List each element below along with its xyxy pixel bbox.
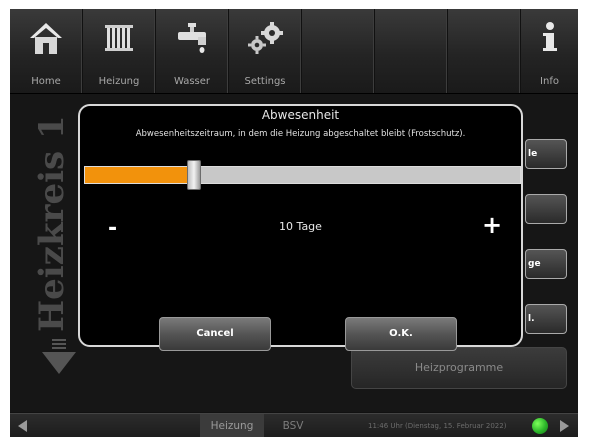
globe-icon[interactable] bbox=[532, 418, 548, 434]
nav-settings[interactable]: Settings bbox=[229, 9, 302, 93]
home-icon bbox=[30, 23, 62, 54]
bottom-bar: Heizung BSV 11:46 Uhr (Dienstag, 15. Feb… bbox=[10, 413, 578, 437]
app-screen: Home Heizung Wasser Settings Info Heizkr… bbox=[10, 9, 578, 437]
info-icon bbox=[542, 22, 557, 51]
nav-empty-1[interactable] bbox=[302, 9, 375, 93]
ok-button[interactable]: O.K. bbox=[345, 317, 457, 351]
nav-info[interactable]: Info bbox=[521, 9, 578, 93]
nav-label-home: Home bbox=[31, 76, 61, 87]
heating-circuit-title: Heizkreis 1 bbox=[32, 115, 72, 332]
scroll-down-arrow-icon[interactable] bbox=[42, 352, 76, 374]
absence-dialog: Abwesenheit Abwesenheitszeitraum, in dem… bbox=[78, 104, 523, 351]
top-nav: Home Heizung Wasser Settings Info bbox=[10, 9, 578, 94]
nav-heizung[interactable]: Heizung bbox=[83, 9, 156, 93]
dialog-title: Abwesenheit bbox=[261, 108, 340, 122]
side-button-3[interactable]: ge bbox=[525, 249, 567, 279]
cancel-button[interactable]: Cancel bbox=[159, 317, 271, 351]
slider-thumb[interactable] bbox=[186, 160, 201, 190]
nav-label-info: Info bbox=[540, 76, 559, 87]
nav-label-settings: Settings bbox=[244, 76, 286, 87]
previous-arrow-icon[interactable] bbox=[18, 420, 27, 432]
nav-label-wasser: Wasser bbox=[173, 76, 211, 87]
side-button-2[interactable] bbox=[525, 194, 567, 224]
scroll-handle-icon[interactable] bbox=[52, 339, 66, 351]
next-arrow-icon[interactable] bbox=[560, 420, 569, 432]
slider-fill bbox=[85, 167, 194, 183]
gears-icon bbox=[248, 22, 283, 54]
side-button-1[interactable]: le bbox=[525, 139, 567, 169]
increase-button[interactable]: + bbox=[482, 211, 502, 239]
absence-slider[interactable] bbox=[84, 160, 521, 190]
nav-home[interactable]: Home bbox=[10, 9, 83, 93]
heating-programs-button[interactable]: Heizprogramme bbox=[351, 347, 567, 389]
side-button-4[interactable]: l. bbox=[525, 304, 567, 334]
nav-label-heizung: Heizung bbox=[98, 76, 140, 87]
nav-empty-3[interactable] bbox=[448, 9, 521, 93]
radiator-icon bbox=[105, 25, 133, 51]
nav-wasser[interactable]: Wasser bbox=[156, 9, 229, 93]
date-time-status: 11:46 Uhr (Dienstag, 15. Februar 2022) bbox=[368, 422, 507, 430]
nav-empty-2[interactable] bbox=[375, 9, 448, 93]
absence-days-value: 10 Tage bbox=[279, 220, 322, 233]
bottom-tab-bsv[interactable]: BSV bbox=[272, 414, 314, 437]
bottom-tab-heizung[interactable]: Heizung bbox=[200, 414, 264, 437]
faucet-icon bbox=[178, 23, 206, 53]
dialog-description: Abwesenheitszeitraum, in dem die Heizung… bbox=[135, 129, 466, 139]
